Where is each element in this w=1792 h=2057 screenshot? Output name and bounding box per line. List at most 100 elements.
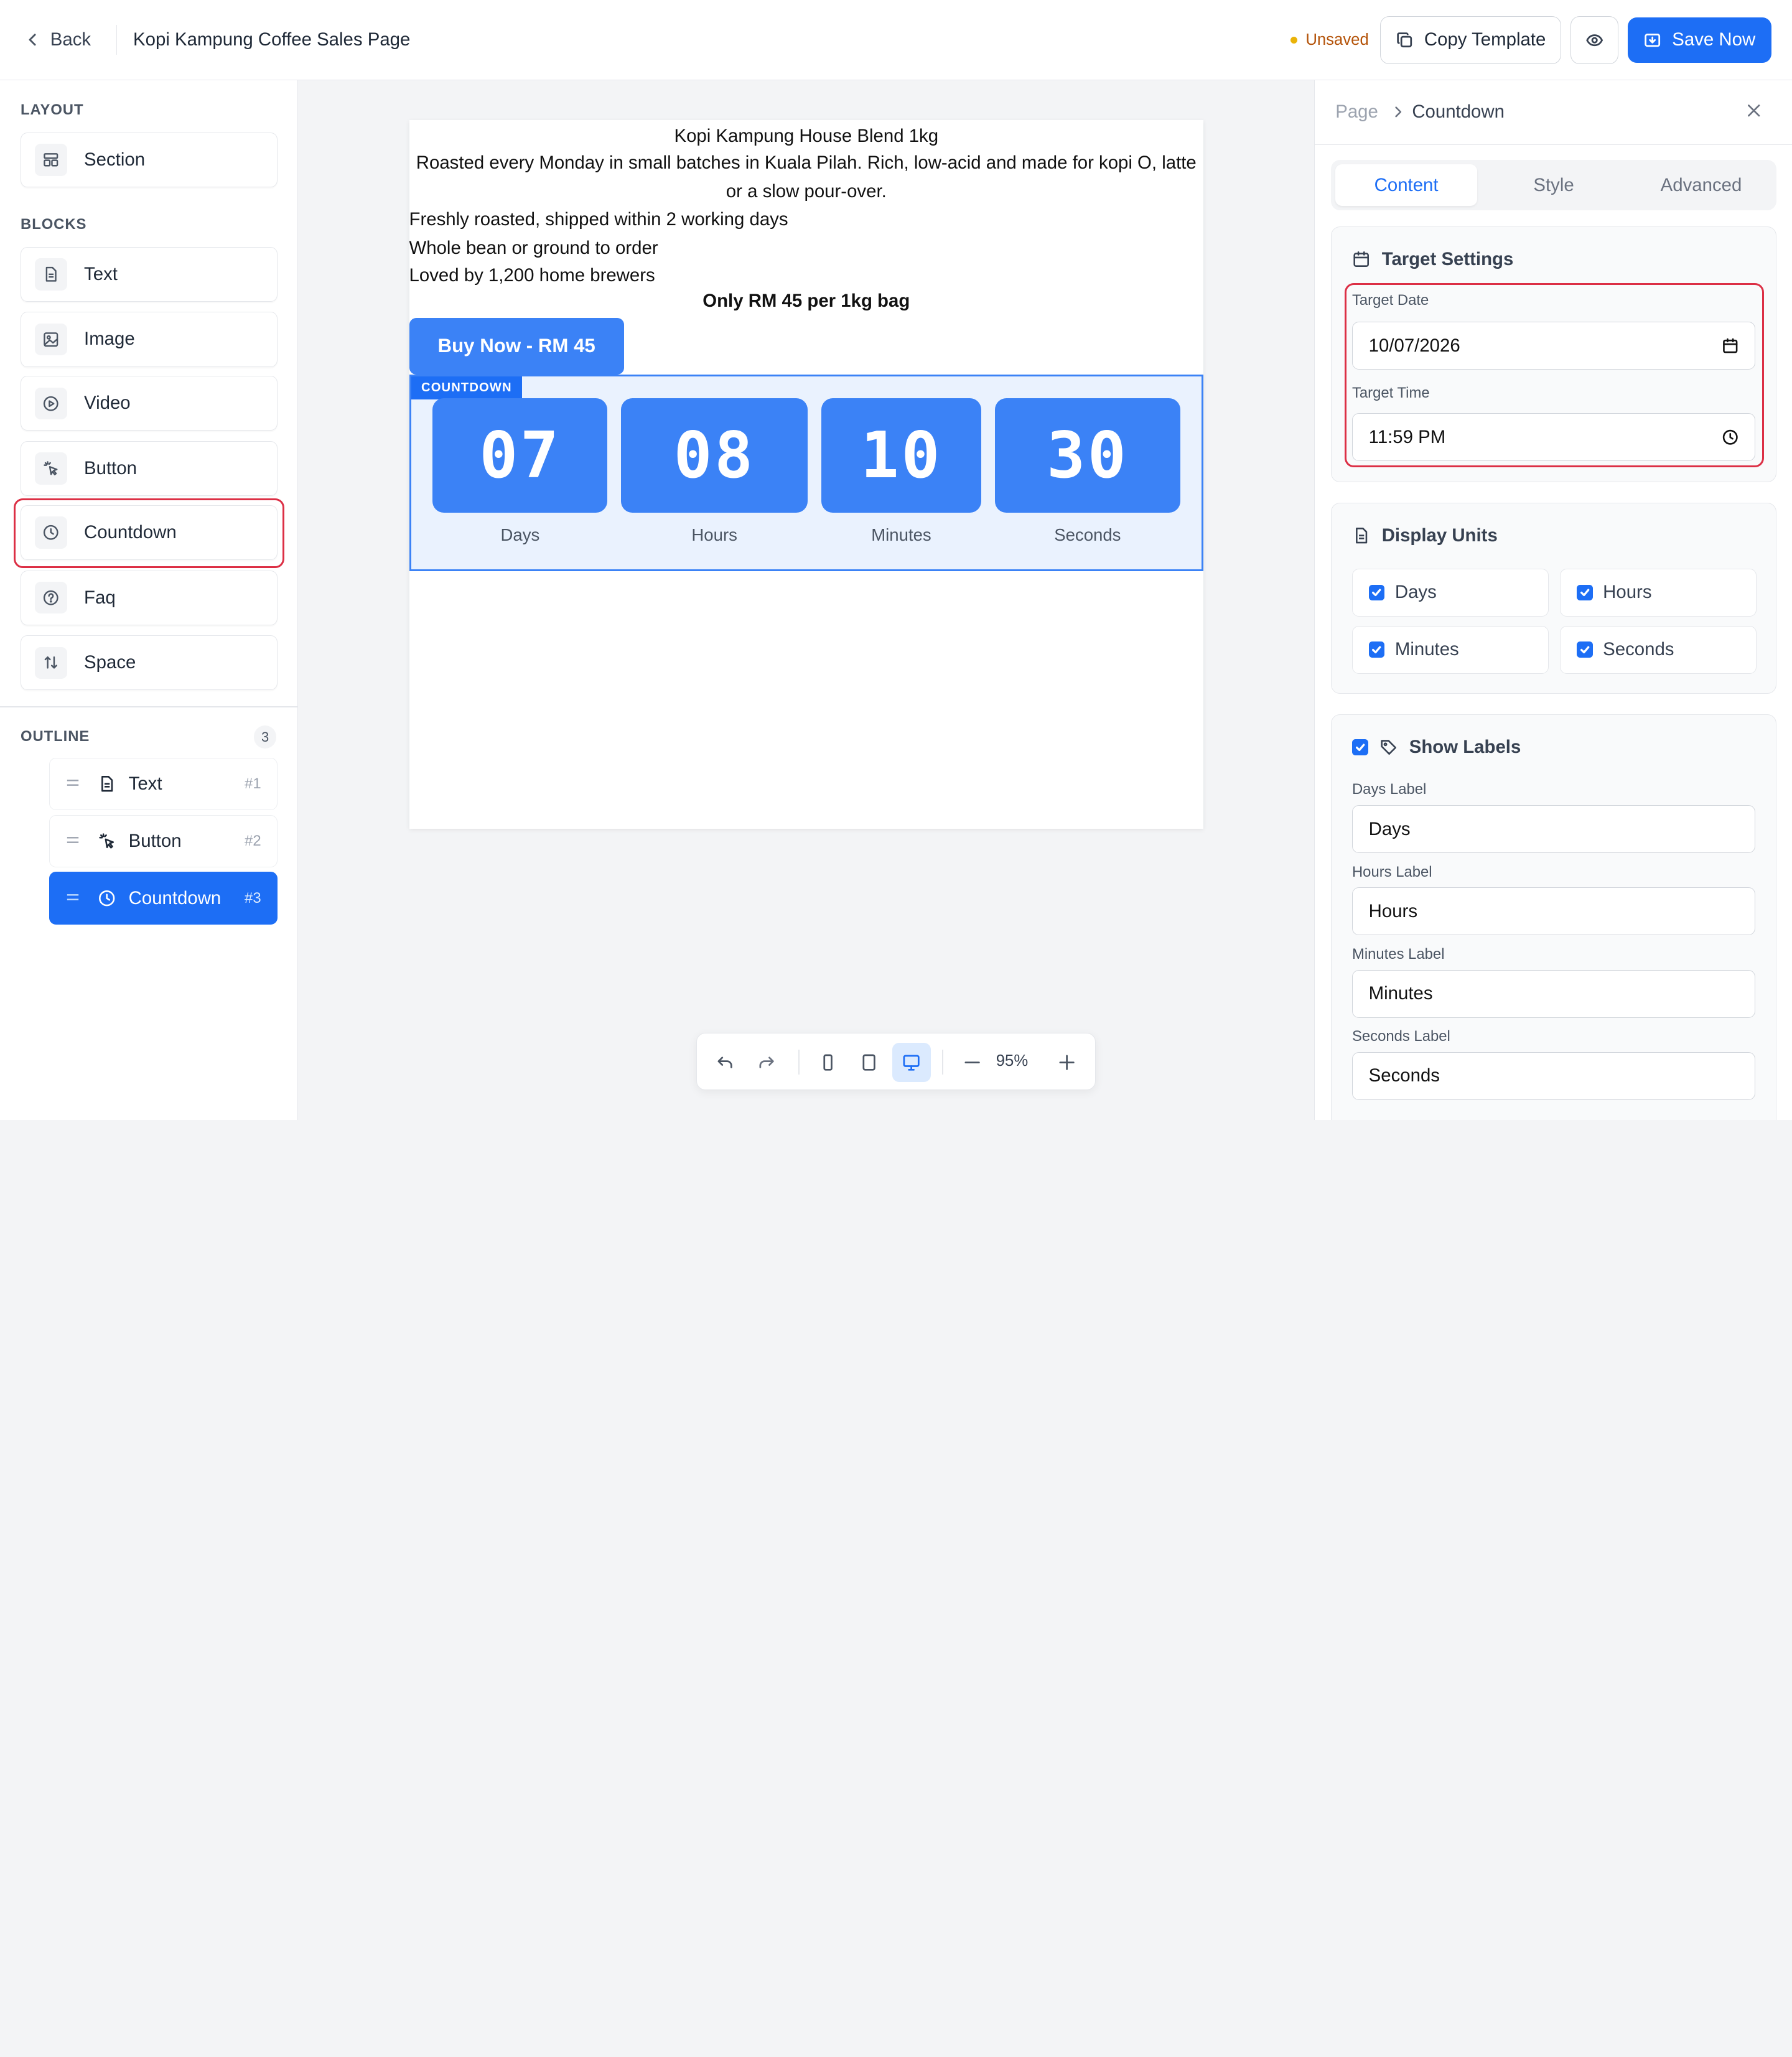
countdown-block[interactable]: COUNTDOWN 07 08 10 30 Days Hours Minutes…: [409, 375, 1204, 572]
tab-style[interactable]: Style: [1483, 164, 1625, 205]
hours-label-input[interactable]: Hours: [1351, 887, 1756, 936]
seconds-label-input[interactable]: Seconds: [1351, 1052, 1756, 1100]
drag-handle-icon[interactable]: [66, 831, 80, 852]
zoom-out-button[interactable]: [953, 1043, 991, 1081]
block-item-countdown[interactable]: Countdown: [21, 505, 278, 560]
layout-icon: [44, 153, 58, 167]
top-bar-actions: Unsaved Copy Template Save Now: [1290, 16, 1771, 64]
feature-line[interactable]: Loved by 1,200 home brewers: [409, 262, 655, 289]
file-text-icon-wrap: [35, 258, 67, 291]
unit-option-days[interactable]: Days: [1351, 568, 1549, 617]
calendar-icon[interactable]: [1722, 337, 1739, 355]
canvas-page: Kopi Kampung House Blend 1kg Roasted eve…: [409, 119, 1204, 829]
countdown-minutes-label: Minutes: [871, 525, 931, 545]
zoom-out-icon: [964, 1061, 980, 1063]
drag-handle-icon[interactable]: [66, 773, 80, 795]
play-circle-icon: [43, 396, 58, 411]
target-time-label: Target Time: [1351, 385, 1430, 402]
unit-option-label: Minutes: [1394, 639, 1459, 660]
countdown-hours-value: 08: [621, 398, 808, 513]
block-label: Image: [84, 329, 135, 350]
block-item-text[interactable]: Text: [21, 246, 278, 302]
close-icon[interactable]: [1745, 101, 1763, 119]
target-date-value: 10/07/2026: [1368, 335, 1460, 356]
block-item-section[interactable]: Section: [21, 133, 278, 188]
checkbox-checked-icon[interactable]: [1368, 584, 1385, 601]
layout-section-title: LAYOUT: [21, 101, 84, 119]
checkbox-checked-icon[interactable]: [1368, 641, 1385, 658]
undo-button[interactable]: [706, 1043, 744, 1081]
checkbox-checked-icon[interactable]: [1576, 641, 1593, 658]
product-title[interactable]: Kopi Kampung House Blend 1kg: [409, 123, 1204, 150]
countdown-minutes-value: 10: [821, 398, 982, 513]
outline-item-button[interactable]: Button #2: [49, 814, 278, 868]
product-description[interactable]: Roasted every Monday in small batches in…: [409, 149, 1204, 206]
chevron-right-icon: [1395, 106, 1402, 118]
desktop-view-button[interactable]: [892, 1043, 931, 1082]
days-label-input[interactable]: Days: [1351, 805, 1756, 854]
minutes-label-input[interactable]: Minutes: [1351, 969, 1756, 1018]
canvas-toolbar: 95%: [696, 1033, 1096, 1091]
checkbox-checked-icon[interactable]: [1576, 584, 1593, 601]
breadcrumb-current: Countdown: [1412, 101, 1505, 123]
block-item-space[interactable]: Space: [21, 635, 278, 691]
outline-section-title: OUTLINE: [21, 727, 90, 745]
block-item-video[interactable]: Video: [21, 376, 278, 431]
layout-icon-wrap: [35, 144, 67, 176]
block-item-image[interactable]: Image: [21, 312, 278, 367]
properties-panel: Page Countdown Content Style Advanced Ta…: [1314, 80, 1792, 1120]
target-time-input[interactable]: 11:59 PM: [1351, 413, 1756, 462]
target-time-value: 11:59 PM: [1368, 426, 1446, 447]
top-bar-divider: [116, 24, 118, 55]
tab-content[interactable]: Content: [1335, 164, 1477, 206]
feature-line[interactable]: Freshly roasted, shipped within 2 workin…: [409, 206, 788, 233]
unit-option-minutes[interactable]: Minutes: [1351, 625, 1549, 674]
pointer-click-icon: [44, 461, 58, 476]
outline-item-text[interactable]: Text #1: [49, 757, 278, 811]
zoom-in-button[interactable]: [1047, 1043, 1086, 1081]
play-circle-icon-wrap: [35, 387, 67, 420]
breadcrumb-page[interactable]: Page: [1335, 101, 1378, 123]
outline-item-number: #2: [245, 832, 261, 849]
file-text-icon: [1356, 528, 1368, 544]
copy-template-button[interactable]: Copy Template: [1380, 16, 1562, 64]
outline-item-label: Text: [128, 773, 162, 794]
file-text-icon: [98, 775, 116, 793]
pointer-click-icon: [98, 832, 116, 850]
block-item-button[interactable]: Button: [21, 441, 278, 497]
buy-now-button[interactable]: Buy Now - RM 45: [409, 317, 624, 375]
redo-icon: [759, 1056, 774, 1068]
unit-option-label: Days: [1394, 582, 1437, 603]
unit-option-seconds[interactable]: Seconds: [1560, 625, 1757, 674]
tablet-icon: [862, 1054, 876, 1071]
block-item-faq[interactable]: Faq: [21, 570, 278, 625]
price-text[interactable]: Only RM 45 per 1kg bag: [409, 291, 1204, 312]
arrows-vertical-icon: [44, 656, 57, 669]
outline-item-countdown[interactable]: Countdown #3: [49, 872, 278, 925]
target-date-input[interactable]: 10/07/2026: [1351, 322, 1756, 370]
mobile-view-button[interactable]: [809, 1043, 847, 1081]
back-button[interactable]: Back: [25, 29, 91, 50]
feature-line[interactable]: Whole bean or ground to order: [409, 235, 658, 262]
hours-label-label: Hours Label: [1351, 863, 1432, 880]
save-now-button[interactable]: Save Now: [1627, 17, 1771, 63]
clock-icon[interactable]: [1722, 429, 1739, 446]
drag-handle-icon[interactable]: [66, 888, 80, 909]
redo-button[interactable]: [747, 1043, 785, 1081]
show-labels-checkbox[interactable]: [1351, 739, 1368, 755]
pointer-click-icon-wrap: [35, 452, 67, 485]
top-bar: Back Kopi Kampung Coffee Sales Page Unsa…: [0, 0, 1792, 80]
tablet-view-button[interactable]: [850, 1043, 889, 1081]
tab-advanced[interactable]: Advanced: [1630, 164, 1772, 205]
countdown-hours-label: Hours: [691, 525, 737, 545]
file-text-icon: [45, 266, 57, 282]
clock-icon-wrap: [35, 516, 67, 549]
display-units-card: Display Units Days Hours Minutes Seconds: [1330, 503, 1777, 694]
unit-option-hours[interactable]: Hours: [1560, 568, 1757, 617]
save-now-label: Save Now: [1672, 29, 1756, 50]
copy-template-label: Copy Template: [1424, 29, 1546, 50]
page-title: Kopi Kampung Coffee Sales Page: [133, 29, 411, 50]
help-circle-icon: [43, 590, 58, 605]
preview-button[interactable]: [1570, 16, 1619, 64]
outline-item-number: #1: [245, 775, 261, 792]
